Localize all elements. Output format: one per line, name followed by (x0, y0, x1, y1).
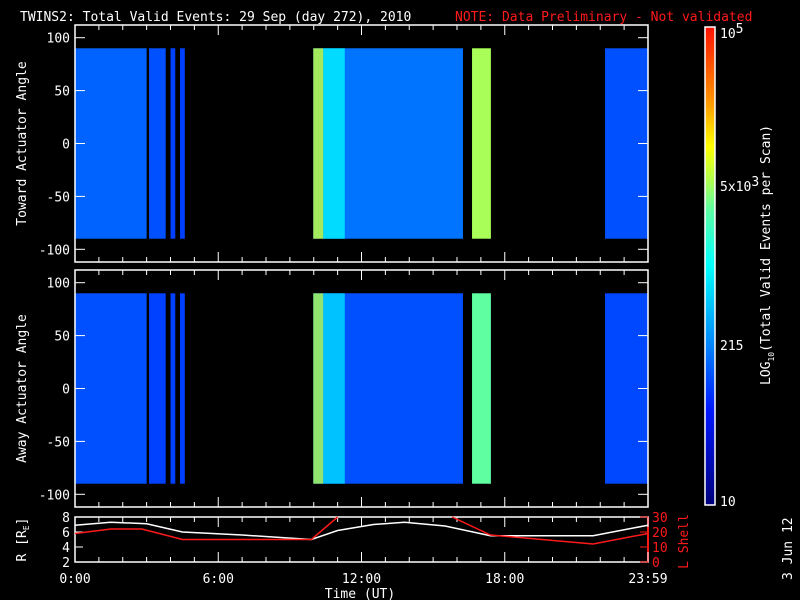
y-tick-label: 6 (62, 526, 70, 541)
y-tick-label: -50 (47, 190, 70, 205)
data-segment (180, 293, 185, 484)
date-stamp: 3 Jun 12 (781, 517, 796, 580)
colorbar-tick-5e3: 5x103 (720, 175, 759, 195)
y-tick-label: 8 (62, 511, 70, 526)
bright-band (313, 48, 324, 239)
y-tick-label: 0 (62, 383, 70, 398)
x-tick-label: 0:00 (59, 572, 90, 587)
y-tick-label: 50 (54, 330, 70, 345)
twins-events-figure: TWINS2: Total Valid Events: 29 Sep (day … (15, 10, 796, 600)
colorbar-gradient (704, 26, 716, 506)
colorbar-tick-max: 105 (720, 22, 743, 42)
data-segment (75, 48, 147, 239)
y2-tick-label: 0 (652, 556, 660, 571)
away-panel: 100 50 0 -50 -100 Away Actuator Angle (15, 269, 649, 508)
plot-title: TWINS2: Total Valid Events: 29 Sep (day … (20, 10, 411, 25)
data-segment (472, 293, 491, 484)
colorbar-tick-215: 215 (720, 339, 743, 354)
y-tick-label: 100 (47, 277, 70, 292)
bright-band (323, 293, 345, 484)
y-tick-label: -100 (39, 243, 70, 258)
data-segment (170, 48, 176, 239)
y2-axis-label: L Shell (677, 514, 692, 569)
data-segment (149, 293, 166, 484)
y-tick-label: 0 (62, 138, 70, 153)
colorbar: 105 5x103 215 10 LOG10(Total Valid Event… (704, 22, 776, 510)
colorbar-label: LOG10(Total Valid Events per Scan) (759, 125, 776, 385)
x-tick-label: 12:00 (342, 572, 381, 587)
orbit-panel: 8642 3020100 0:00 6:00 12:00 18:00 23:59 Time (… (15, 511, 692, 600)
y-tick-label: 100 (47, 32, 70, 47)
preliminary-note: NOTE: Data Preliminary - Not validated (455, 10, 752, 25)
y2-tick-label: 30 (652, 511, 668, 526)
y-tick-label: 2 (62, 556, 70, 571)
colorbar-tick-min: 10 (720, 495, 736, 510)
data-segment (149, 48, 166, 239)
y2-tick-label: 10 (652, 541, 668, 556)
data-segment (170, 293, 176, 484)
data-segment (180, 48, 185, 239)
x-tick-label: 23:59 (628, 572, 667, 587)
x-axis-label: Time (UT) (325, 587, 395, 600)
bright-band (323, 48, 345, 239)
series-line (74, 516, 339, 541)
bright-band (313, 293, 324, 484)
y-axis-label: Toward Actuator Angle (15, 61, 30, 226)
y2-tick-label: 20 (652, 526, 668, 541)
y-tick-label: -100 (39, 488, 70, 503)
x-tick-label: 18:00 (485, 572, 524, 587)
x-tick-label: 6:00 (203, 572, 234, 587)
y-axis-label: Away Actuator Angle (15, 314, 30, 463)
y-tick-label: 50 (54, 85, 70, 100)
y-tick-label: -50 (47, 435, 70, 450)
data-segment (472, 48, 491, 239)
y-axis-label: R [RE] (15, 518, 31, 562)
y-tick-label: 4 (62, 541, 70, 556)
toward-panel: 100 50 0 -50 -100 Toward Actuator Angle (15, 24, 649, 263)
data-segment (75, 293, 147, 484)
